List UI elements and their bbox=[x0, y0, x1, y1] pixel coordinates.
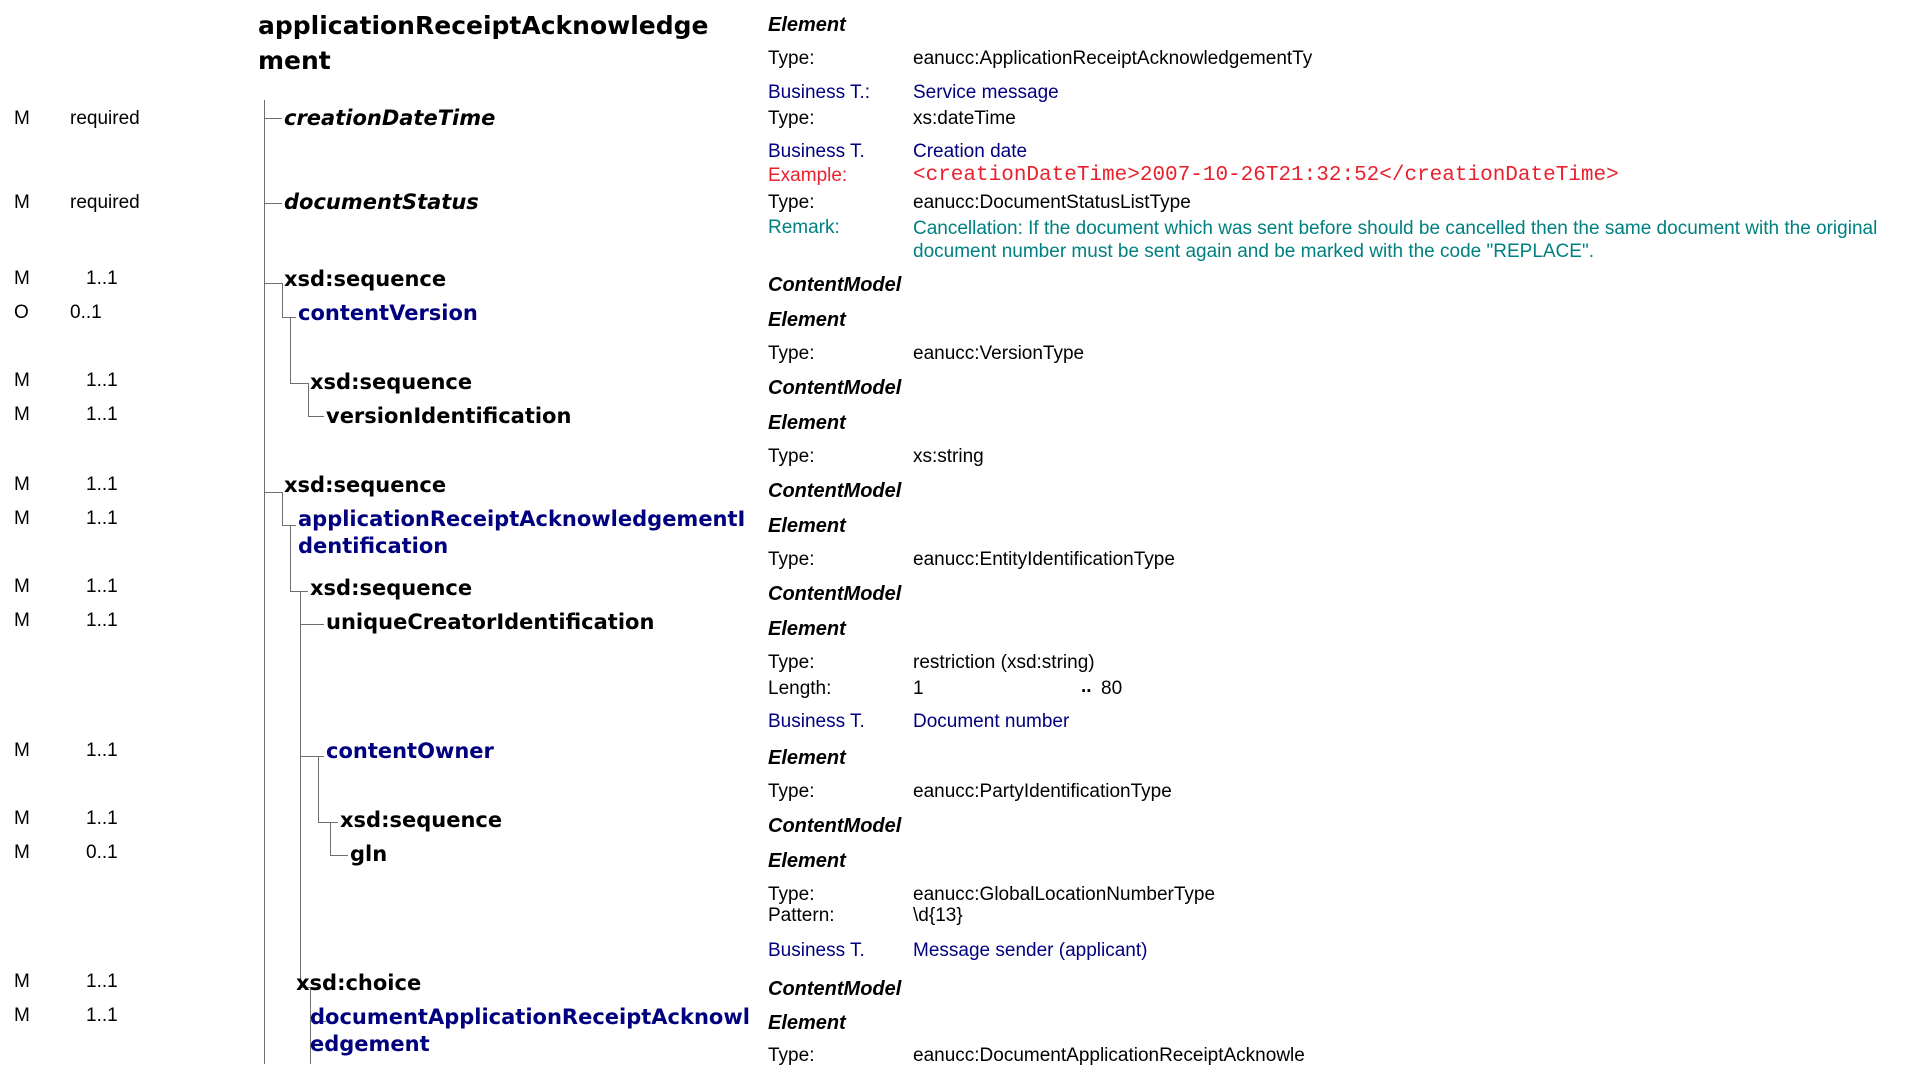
type-value: xs:dateTime bbox=[913, 108, 1016, 129]
use-indicator: M bbox=[14, 370, 30, 391]
length-label: Length: bbox=[768, 678, 832, 699]
type-value: restriction (xsd:string) bbox=[913, 652, 1095, 673]
business-label: Business T. bbox=[768, 141, 865, 162]
kind-content-model: ContentModel bbox=[768, 978, 902, 1000]
cardinality: 1..1 bbox=[86, 808, 118, 829]
type-value: eanucc:GlobalLocationNumberType bbox=[913, 884, 1216, 905]
business-value: Message sender (applicant) bbox=[913, 940, 1148, 961]
cardinality: 1..1 bbox=[86, 268, 118, 289]
cardinality: 1..1 bbox=[86, 1005, 118, 1026]
type-label: Type: bbox=[768, 652, 815, 673]
cardinality: 1..1 bbox=[86, 610, 118, 631]
tree-node-gln[interactable]: gln bbox=[350, 841, 387, 868]
type-label: Type: bbox=[768, 549, 815, 570]
pattern-value: \d{13} bbox=[913, 905, 963, 926]
use-indicator: M bbox=[14, 576, 30, 597]
length-max: 80 bbox=[1101, 678, 1123, 699]
cardinality: 1..1 bbox=[86, 508, 118, 529]
business-label: Business T. bbox=[768, 940, 865, 961]
kind-element: Element bbox=[768, 747, 846, 769]
cardinality: 0..1 bbox=[86, 842, 118, 863]
type-value: eanucc:ApplicationReceiptAcknowledgement… bbox=[913, 48, 1313, 69]
example-label: Example: bbox=[768, 165, 848, 186]
tree-node-contentVersion[interactable]: contentVersion bbox=[298, 300, 478, 327]
length-separator: .. bbox=[1081, 676, 1092, 697]
use-indicator: M bbox=[14, 971, 30, 992]
use-indicator: M bbox=[14, 610, 30, 631]
length-min: 1 bbox=[913, 678, 924, 699]
kind-element: Element bbox=[768, 309, 846, 331]
use-indicator: M bbox=[14, 508, 30, 529]
type-label: Type: bbox=[768, 781, 815, 802]
tree-node-uniqueCreatorIdentification[interactable]: uniqueCreatorIdentification bbox=[326, 609, 654, 636]
tree-node-sequence[interactable]: xsd:sequence bbox=[284, 472, 446, 499]
cardinality: 1..1 bbox=[86, 404, 118, 425]
kind-content-model: ContentModel bbox=[768, 274, 902, 296]
kind-element: Element bbox=[768, 1012, 846, 1034]
kind-content-model: ContentModel bbox=[768, 480, 902, 502]
kind-content-model: ContentModel bbox=[768, 815, 902, 837]
tree-node-sequence[interactable]: xsd:sequence bbox=[310, 369, 472, 396]
cardinality: 1..1 bbox=[86, 971, 118, 992]
type-value: eanucc:PartyIdentificationType bbox=[913, 781, 1172, 802]
use-indicator: M bbox=[14, 740, 30, 761]
tree-node-creationDateTime[interactable]: creationDateTime bbox=[284, 105, 495, 132]
kind-element: Element bbox=[768, 14, 846, 36]
tree-node-sequence[interactable]: xsd:sequence bbox=[310, 575, 472, 602]
tree-node-documentApplicationReceiptAcknowledgement[interactable]: documentApplicationReceiptAcknowl edgeme… bbox=[310, 1004, 750, 1058]
cardinality: required bbox=[70, 108, 140, 129]
type-value: eanucc:EntityIdentificationType bbox=[913, 549, 1175, 570]
business-value: Service message bbox=[913, 82, 1059, 103]
use-indicator: M bbox=[14, 808, 30, 829]
business-label: Business T. bbox=[768, 711, 865, 732]
use-indicator: M bbox=[14, 192, 30, 213]
business-label: Business T.: bbox=[768, 82, 871, 103]
cardinality: 1..1 bbox=[86, 740, 118, 761]
remark-value: Cancellation: If the document which was … bbox=[913, 218, 1878, 262]
type-label: Type: bbox=[768, 108, 815, 129]
kind-content-model: ContentModel bbox=[768, 583, 902, 605]
cardinality: 1..1 bbox=[86, 576, 118, 597]
tree-node-choice[interactable]: xsd:choice bbox=[296, 970, 421, 997]
tree-node-versionIdentification[interactable]: versionIdentification bbox=[326, 403, 571, 430]
tree-node-sequence[interactable]: xsd:sequence bbox=[340, 807, 502, 834]
type-label: Type: bbox=[768, 192, 815, 213]
business-value: Creation date bbox=[913, 141, 1028, 162]
type-label: Type: bbox=[768, 884, 815, 905]
kind-element: Element bbox=[768, 515, 846, 537]
business-value: Document number bbox=[913, 711, 1070, 732]
page-title: applicationReceiptAcknowledge ment bbox=[258, 11, 709, 75]
pattern-label: Pattern: bbox=[768, 905, 835, 926]
kind-element: Element bbox=[768, 850, 846, 872]
use-indicator: M bbox=[14, 1005, 30, 1026]
type-label: Type: bbox=[768, 48, 815, 69]
kind-element: Element bbox=[768, 412, 846, 434]
use-indicator: O bbox=[14, 302, 29, 323]
type-value: xs:string bbox=[913, 446, 984, 467]
type-label: Type: bbox=[768, 343, 815, 364]
type-value: eanucc:DocumentStatusListType bbox=[913, 192, 1191, 213]
use-indicator: M bbox=[14, 404, 30, 425]
tree-node-contentOwner[interactable]: contentOwner bbox=[326, 738, 494, 765]
use-indicator: M bbox=[14, 842, 30, 863]
cardinality: 1..1 bbox=[86, 474, 118, 495]
cardinality: 0..1 bbox=[70, 302, 102, 323]
tree-node-applicationReceiptAcknowledgementIdentification[interactable]: applicationReceiptAcknowledgementI denti… bbox=[298, 506, 745, 560]
use-indicator: M bbox=[14, 108, 30, 129]
use-indicator: M bbox=[14, 268, 30, 289]
kind-content-model: ContentModel bbox=[768, 377, 902, 399]
use-indicator: M bbox=[14, 474, 30, 495]
type-value: eanucc:VersionType bbox=[913, 343, 1085, 364]
remark-label: Remark: bbox=[768, 217, 840, 238]
cardinality: required bbox=[70, 192, 140, 213]
example-value: <creationDateTime>2007-10-26T21:32:52</c… bbox=[913, 164, 1619, 187]
cardinality: 1..1 bbox=[86, 370, 118, 391]
tree-node-sequence[interactable]: xsd:sequence bbox=[284, 266, 446, 293]
type-label: Type: bbox=[768, 446, 815, 467]
kind-element: Element bbox=[768, 618, 846, 640]
tree-node-documentStatus[interactable]: documentStatus bbox=[284, 189, 479, 216]
